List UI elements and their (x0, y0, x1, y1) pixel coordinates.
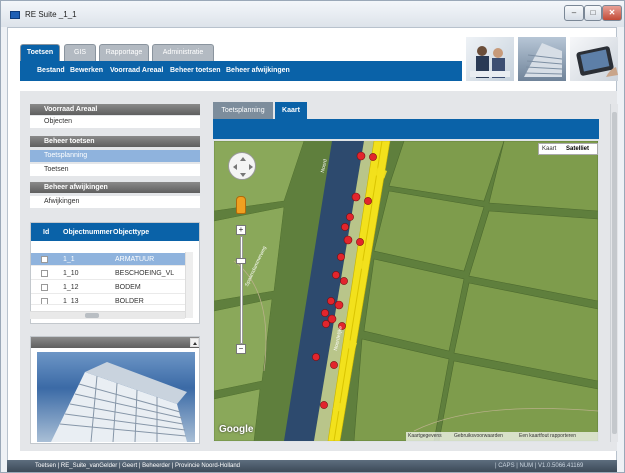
menu-voorraad-areaal[interactable]: Voorraad Areaal (110, 67, 163, 74)
grid-horizontal-scrollbar[interactable] (30, 311, 185, 319)
image-panel-header (31, 337, 199, 348)
cell-objectnummer: 1_10 (63, 270, 79, 277)
header-photo-tablet (570, 37, 618, 81)
menu-beheer-afwijkingen[interactable]: Beheer afwijkingen (226, 67, 290, 74)
section-header-beheer-afwijkingen[interactable]: Beheer afwijkingen (30, 182, 200, 193)
zoom-in-button[interactable]: + (236, 225, 246, 235)
object-grid: Id Objectnummer Objecttype 1_1 ARMATUUR … (30, 222, 200, 324)
minimize-button[interactable]: – (564, 5, 584, 21)
scroll-thumb[interactable] (612, 112, 617, 434)
maximize-button[interactable]: □ (584, 5, 602, 21)
section-header-voorraad-areaal[interactable]: Voorraad Areaal (30, 104, 200, 115)
satellite-map[interactable] (214, 141, 598, 441)
column-objecttype[interactable]: Objecttype (113, 229, 149, 236)
sidebar-item-afwijkingen[interactable]: Afwijkingen (30, 196, 200, 208)
page-scrollbar[interactable] (610, 104, 618, 442)
window-title: RE Suite _1_1 (25, 10, 77, 19)
row-checkbox[interactable] (41, 284, 48, 291)
street-view-icon[interactable] (236, 196, 246, 214)
menu-beheer-toetsen[interactable]: Beheer toetsen (170, 67, 221, 74)
status-version: | CAPS | NUM | V1.0.5066.41169 (495, 463, 584, 469)
tab-kaart[interactable]: Kaart (275, 102, 307, 119)
cell-objectnummer: 1_1 (63, 256, 75, 263)
section-header-beheer-toetsen[interactable]: Beheer toetsen (30, 136, 200, 147)
menu-bar: Bestand Bewerken Voorraad Areaal Beheer … (20, 61, 462, 81)
header-photo-building (518, 37, 566, 81)
table-row[interactable]: 1_1 ARMATUUR (31, 253, 191, 266)
google-logo: Google (219, 424, 254, 435)
cell-objecttype: BODEM (115, 284, 141, 291)
row-checkbox[interactable] (41, 298, 48, 304)
zoom-slider-handle[interactable] (236, 258, 246, 264)
collapse-icon[interactable] (190, 338, 199, 347)
sidebar-item-objecten[interactable]: Objecten (30, 116, 200, 128)
cell-objecttype: BESCHOEING_VL (115, 270, 175, 277)
menu-bewerken[interactable]: Bewerken (70, 67, 103, 74)
row-checkbox[interactable] (41, 270, 48, 277)
zoom-slider[interactable] (240, 236, 243, 344)
title-bar: RE Suite _1_1 – □ ✕ (1, 1, 624, 27)
grid-header: Id Objectnummer Objecttype (31, 223, 199, 241)
scroll-thumb[interactable] (85, 313, 99, 318)
tab-gis[interactable]: GIS (64, 44, 96, 61)
building-photo (37, 352, 195, 442)
report-error-link[interactable]: Een kaartfout rapporteren (519, 433, 576, 439)
cell-objecttype: ARMATUUR (115, 256, 155, 263)
cell-objecttype: BOLDER (115, 298, 144, 305)
column-id[interactable]: Id (43, 229, 49, 236)
table-row[interactable]: 1_10 BESCHOEING_VL (31, 267, 191, 280)
row-checkbox[interactable] (41, 256, 48, 263)
map-attribution: Kaartgegevens Gebruiksvoorwaarden Een ka… (406, 432, 598, 441)
cell-objectnummer: 1_13 (63, 298, 79, 305)
tab-administratie[interactable]: Administratie (152, 44, 214, 61)
zoom-out-button[interactable]: − (236, 344, 246, 354)
header-photo-business-people (466, 37, 514, 81)
column-objectnummer[interactable]: Objectnummer (63, 229, 112, 236)
sidebar-item-toetsplanning[interactable]: Toetsplanning (30, 150, 200, 162)
app-icon (10, 11, 20, 19)
tab-toetsplanning[interactable]: Toetsplanning (213, 102, 273, 119)
tab-toetsen[interactable]: Toetsen (20, 44, 60, 61)
sidebar-item-toetsen[interactable]: Toetsen (30, 164, 200, 176)
cell-objectnummer: 1_12 (63, 284, 79, 291)
object-image-panel (30, 336, 200, 444)
map-toolbar (213, 119, 599, 139)
menu-bestand[interactable]: Bestand (37, 67, 65, 74)
map-type-satelliet[interactable]: Satelliet (566, 146, 589, 152)
map-data-link[interactable]: Kaartgegevens (408, 433, 442, 439)
table-row[interactable]: 1_12 BODEM (31, 281, 191, 294)
table-row[interactable]: 1_13 BOLDER (31, 295, 191, 305)
status-bar: Toetsen | RE_Suite_vanGelder | Geert | B… (7, 460, 617, 472)
status-user-info: Toetsen | RE_Suite_vanGelder | Geert | B… (35, 463, 241, 469)
grid-vertical-scrollbar[interactable] (185, 252, 193, 318)
map-type-control: Kaart Satelliet (538, 143, 598, 155)
close-button[interactable]: ✕ (602, 5, 622, 21)
pan-control[interactable] (228, 152, 256, 180)
terms-link[interactable]: Gebruiksvoorwaarden (454, 433, 503, 439)
tab-rapportage[interactable]: Rapportage (99, 44, 149, 61)
map-type-kaart[interactable]: Kaart (542, 146, 556, 152)
